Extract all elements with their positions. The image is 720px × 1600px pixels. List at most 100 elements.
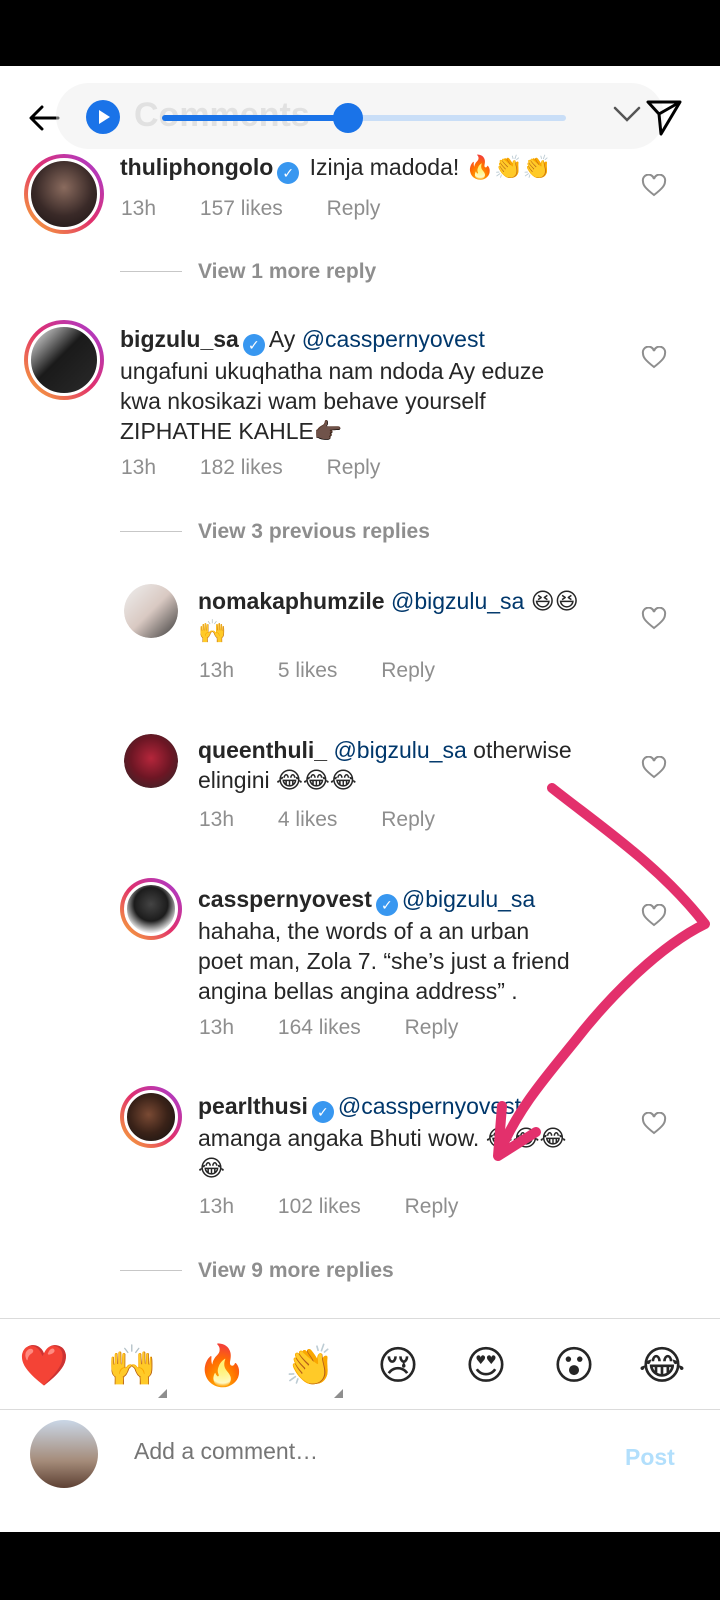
post-button[interactable]: Post [625, 1444, 675, 1471]
heart-emoji-icon[interactable]: ❤️ [19, 1341, 69, 1391]
avatar[interactable] [24, 320, 104, 400]
comment-likes[interactable]: 102 likes [278, 1195, 361, 1218]
chevron-down-icon[interactable] [612, 102, 642, 126]
comment-username[interactable]: casspernyovest [198, 886, 372, 912]
avatar[interactable] [124, 584, 178, 638]
tears-of-joy-emoji-icon[interactable]: 😂 [637, 1341, 687, 1391]
comment-prefix: Ay [268, 326, 296, 352]
comment-composer: Post [0, 1410, 720, 1532]
heart-icon[interactable] [641, 904, 667, 928]
comment-text: bigzulu_sa ✓ Ay @casspernyovest ungafuni u… [120, 324, 620, 446]
avatar[interactable] [120, 1086, 182, 1148]
audio-progress-thumb[interactable] [332, 103, 363, 133]
comment-text: pearlthusi ✓ @casspernyovest amanga angaka… [198, 1091, 618, 1183]
comment-body: Izinja madoda! 🔥👏👏 [309, 154, 552, 180]
comment-body: 😆😆 [530, 588, 579, 614]
comment-likes[interactable]: 164 likes [278, 1016, 361, 1039]
reply-button[interactable]: Reply [327, 456, 381, 479]
comment-line: 🙌 [198, 618, 227, 644]
audio-progress-fill [162, 115, 348, 121]
reply-button[interactable]: Reply [381, 808, 435, 831]
comment-meta: 13h 102 likes Reply [199, 1195, 496, 1219]
comment-line: kwa nkosikazi wam behave yourself [120, 388, 486, 414]
skin-tone-indicator-icon [158, 1389, 167, 1398]
comment-username[interactable]: pearlthusi [198, 1093, 308, 1119]
reply-button[interactable]: Reply [327, 197, 381, 220]
mention-link[interactable]: @bigzulu_sa [333, 737, 466, 763]
view-more-replies-button[interactable]: View 1 more reply [198, 260, 376, 284]
comment-meta: 13h 157 likes Reply [121, 197, 418, 221]
heart-icon[interactable] [641, 346, 667, 370]
comment-line: amanga angaka Bhuti wow. 😂😂😂 [198, 1125, 567, 1151]
annotation-arrow [493, 783, 710, 1161]
heart-icon[interactable] [641, 1112, 667, 1136]
comment-time: 13h [121, 197, 157, 220]
divider-line [120, 271, 182, 272]
crying-emoji-icon[interactable]: 😢 [373, 1341, 423, 1391]
comment-username[interactable]: nomakaphumzile [198, 588, 385, 614]
comment-username[interactable]: bigzulu_sa [120, 326, 239, 352]
divider-line [120, 1270, 182, 1271]
comment-line: ZIPHATHE KAHLE👉🏿 [120, 418, 343, 444]
clapping-emoji-icon[interactable]: 👏 [285, 1341, 335, 1391]
heart-icon[interactable] [641, 174, 667, 198]
comments-screen: Comments thuliphongolo✓ Izinja madoda! 🔥… [0, 66, 720, 1532]
comment-line: poet man, Zola 7. “she’s just a friend [198, 948, 570, 974]
heart-icon[interactable] [641, 756, 667, 780]
comment-likes[interactable]: 157 likes [200, 197, 283, 220]
header: Comments [0, 66, 720, 166]
comment-text: queenthuli_ @bigzulu_sa otherwise elingi… [198, 735, 618, 795]
comment-likes[interactable]: 5 likes [278, 659, 338, 682]
divider-line [120, 531, 182, 532]
comment-line: elingini 😂😂😂 [198, 767, 357, 793]
emoji-reaction-bar: ❤️ 🙌 🔥 👏 😢 😍 😮 😂 [0, 1318, 720, 1410]
heart-eyes-emoji-icon[interactable]: 😍 [461, 1341, 511, 1391]
play-icon[interactable] [86, 100, 120, 134]
send-icon[interactable] [644, 96, 684, 136]
mention-link[interactable]: @casspernyovest [338, 1093, 521, 1119]
comment-line: 😂 [198, 1155, 225, 1181]
comment-text: nomakaphumzile @bigzulu_sa 😆😆 🙌 [198, 586, 618, 646]
comment-time: 13h [121, 456, 157, 479]
comment-text: casspernyovest ✓ @bigzulu_sa hahaha, the w… [198, 884, 618, 1006]
reply-button[interactable]: Reply [381, 659, 435, 682]
avatar[interactable] [24, 154, 104, 234]
verified-icon: ✓ [242, 334, 265, 356]
avatar[interactable] [124, 734, 178, 788]
comment-likes[interactable]: 182 likes [200, 456, 283, 479]
comment-meta: 13h 4 likes Reply [199, 808, 473, 832]
comment-likes[interactable]: 4 likes [278, 808, 338, 831]
mention-link[interactable]: @bigzulu_sa [391, 588, 524, 614]
skin-tone-indicator-icon [334, 1389, 343, 1398]
verified-icon: ✓ [311, 1101, 334, 1123]
comment-time: 13h [199, 1195, 235, 1218]
verified-icon: ✓ [375, 894, 398, 916]
verified-icon: ✓ [277, 162, 300, 184]
comment-time: 13h [199, 1016, 235, 1039]
system-navigation-bar [0, 1532, 720, 1600]
reply-button[interactable]: Reply [405, 1016, 459, 1039]
comment-meta: 13h 164 likes Reply [199, 1016, 496, 1040]
reply-button[interactable]: Reply [405, 1195, 459, 1218]
view-previous-replies-button[interactable]: View 3 previous replies [198, 520, 430, 544]
comment-line: ungafuni ukuqhatha nam ndoda Ay eduze [120, 358, 545, 384]
heart-icon[interactable] [641, 607, 667, 631]
comment-meta: 13h 182 likes Reply [121, 456, 418, 480]
comment-body: otherwise [473, 737, 572, 763]
fire-emoji-icon[interactable]: 🔥 [197, 1341, 247, 1391]
comment-line: angina bellas angina address” . [198, 978, 518, 1004]
comment-input[interactable] [134, 1438, 574, 1465]
audio-progress-slider[interactable] [162, 103, 566, 133]
comment-line: hahaha, the words of a an urban [198, 918, 530, 944]
comment-username[interactable]: queenthuli_ [198, 737, 327, 763]
comment-meta: 13h 5 likes Reply [199, 659, 473, 683]
comment-text: thuliphongolo ✓ Izinja madoda! 🔥👏👏 [120, 152, 552, 184]
view-more-replies-button[interactable]: View 9 more replies [198, 1259, 394, 1283]
avatar[interactable] [120, 878, 182, 940]
raised-hands-emoji-icon[interactable]: 🙌 [107, 1341, 157, 1391]
mention-link[interactable]: @bigzulu_sa [402, 886, 535, 912]
mention-link[interactable]: @casspernyovest [302, 326, 485, 352]
avatar [30, 1420, 98, 1488]
surprised-emoji-icon[interactable]: 😮 [549, 1341, 599, 1391]
comment-username[interactable]: thuliphongolo [120, 154, 273, 180]
